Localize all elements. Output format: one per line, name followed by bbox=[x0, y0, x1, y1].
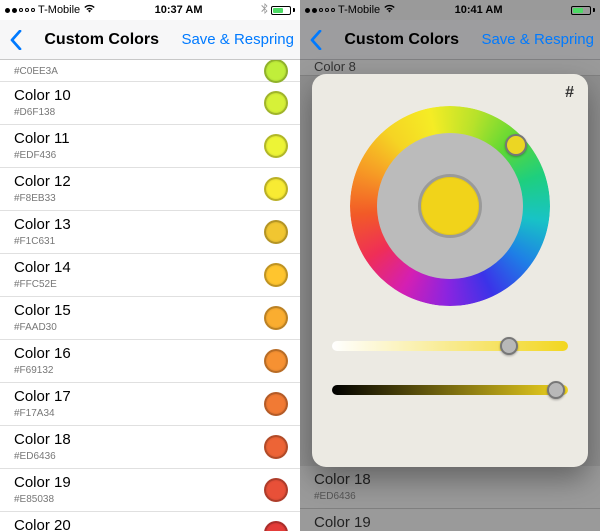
color-hex: #FAAD30 bbox=[14, 322, 264, 333]
color-name: Color 20 bbox=[14, 518, 264, 531]
list-item[interactable]: Color 18 #ED6436 bbox=[0, 426, 300, 469]
carrier-label: T-Mobile bbox=[38, 4, 80, 16]
page-title: Custom Colors bbox=[322, 31, 481, 49]
list-item[interactable]: Color 17 #F17A34 bbox=[0, 383, 300, 426]
list-item[interactable]: Color 10 #D6F138 bbox=[0, 82, 300, 125]
saturation-thumb[interactable] bbox=[500, 337, 518, 355]
screen-picker: T-Mobile 10:41 AM Custom Colors Save & R bbox=[300, 0, 600, 531]
lightness-slider[interactable] bbox=[332, 378, 568, 402]
saturation-track-icon bbox=[332, 341, 568, 351]
list-item[interactable]: Color 13 #F1C631 bbox=[0, 211, 300, 254]
bluetooth-icon bbox=[561, 3, 568, 18]
color-hex: #F69132 bbox=[14, 365, 264, 376]
color-hex: #C0EE3A bbox=[14, 66, 264, 77]
save-respring-button[interactable]: Save & Respring bbox=[481, 31, 594, 48]
signal-dots-icon bbox=[305, 8, 335, 13]
color-name: Color 8 bbox=[314, 60, 588, 74]
color-swatch-icon bbox=[264, 220, 288, 244]
color-name: Color 19 bbox=[14, 475, 264, 492]
color-hex: #D6F138 bbox=[14, 107, 264, 118]
color-swatch-icon bbox=[264, 349, 288, 373]
screen-list: T-Mobile 10:37 AM Custom Colors Save & R bbox=[0, 0, 300, 531]
chevron-left-icon bbox=[10, 30, 22, 50]
save-respring-button[interactable]: Save & Respring bbox=[181, 31, 294, 48]
list-item[interactable]: Color 19 #E85038 bbox=[0, 469, 300, 512]
list-item[interactable]: Color 11 #EDF436 bbox=[0, 125, 300, 168]
signal-dots-icon bbox=[5, 8, 35, 13]
color-name: Color 11 bbox=[14, 131, 264, 148]
clock: 10:37 AM bbox=[155, 4, 203, 16]
color-name: Color 18 bbox=[14, 432, 264, 449]
color-hex: #ED6436 bbox=[314, 491, 588, 502]
lightness-thumb[interactable] bbox=[547, 381, 565, 399]
color-name: Color 18 bbox=[314, 472, 588, 489]
battery-icon bbox=[571, 6, 595, 15]
lightness-track-icon bbox=[332, 385, 568, 395]
selected-color-swatch bbox=[418, 174, 482, 238]
list-item: Color 18 #ED6436 bbox=[300, 466, 600, 509]
clock: 10:41 AM bbox=[455, 4, 503, 16]
status-bar: T-Mobile 10:37 AM bbox=[0, 0, 300, 20]
color-hex: #F1C631 bbox=[14, 236, 264, 247]
color-swatch-icon bbox=[264, 306, 288, 330]
chevron-left-icon bbox=[310, 30, 322, 50]
battery-icon bbox=[271, 6, 295, 15]
color-swatch-icon bbox=[264, 134, 288, 158]
bluetooth-icon bbox=[261, 3, 268, 18]
status-bar: T-Mobile 10:41 AM bbox=[300, 0, 600, 20]
nav-bar: Custom Colors Save & Respring bbox=[300, 20, 600, 60]
color-swatch-icon bbox=[264, 392, 288, 416]
list-item[interactable]: Color 16 #F69132 bbox=[0, 340, 300, 383]
color-hex: #E85038 bbox=[14, 494, 264, 505]
wifi-icon bbox=[383, 4, 396, 16]
hue-knob[interactable] bbox=[505, 134, 527, 156]
color-name: Color 16 bbox=[14, 346, 264, 363]
page-title: Custom Colors bbox=[22, 31, 181, 49]
list-item: Color 19#E85038 bbox=[300, 509, 600, 531]
color-swatch-icon bbox=[264, 478, 288, 502]
hue-wheel[interactable] bbox=[350, 106, 550, 306]
color-swatch-icon bbox=[264, 263, 288, 287]
color-picker-popup[interactable]: # bbox=[312, 74, 588, 467]
color-name: Color 13 bbox=[14, 217, 264, 234]
color-name: Color 12 bbox=[14, 174, 264, 191]
list-item[interactable]: Color 20#E43C39 bbox=[0, 512, 300, 531]
hex-prefix-label[interactable]: # bbox=[565, 84, 574, 102]
wifi-icon bbox=[83, 4, 96, 16]
color-swatch-icon bbox=[264, 435, 288, 459]
nav-bar: Custom Colors Save & Respring bbox=[0, 20, 300, 60]
color-swatch-icon bbox=[264, 91, 288, 115]
color-name: Color 14 bbox=[14, 260, 264, 277]
color-swatch-icon bbox=[264, 60, 288, 83]
color-hex: #FFC52E bbox=[14, 279, 264, 290]
list-item[interactable]: Color 14 #FFC52E bbox=[0, 254, 300, 297]
color-hex: #ED6436 bbox=[14, 451, 264, 462]
list-item[interactable]: #C0EE3A bbox=[0, 60, 300, 82]
color-hex: #F17A34 bbox=[14, 408, 264, 419]
color-hex: #EDF436 bbox=[14, 150, 264, 161]
color-list[interactable]: #C0EE3AColor 10#D6F138Color 11#EDF436Col… bbox=[0, 60, 300, 531]
color-name: Color 17 bbox=[14, 389, 264, 406]
list-item[interactable]: Color 12 #F8EB33 bbox=[0, 168, 300, 211]
color-swatch-icon bbox=[264, 177, 288, 201]
color-name: Color 10 bbox=[14, 88, 264, 105]
saturation-slider[interactable] bbox=[332, 334, 568, 358]
color-name: Color 19 bbox=[314, 515, 588, 531]
list-item[interactable]: Color 15 #FAAD30 bbox=[0, 297, 300, 340]
color-hex: #F8EB33 bbox=[14, 193, 264, 204]
carrier-label: T-Mobile bbox=[338, 4, 380, 16]
color-name: Color 15 bbox=[14, 303, 264, 320]
color-swatch-icon bbox=[264, 521, 288, 531]
